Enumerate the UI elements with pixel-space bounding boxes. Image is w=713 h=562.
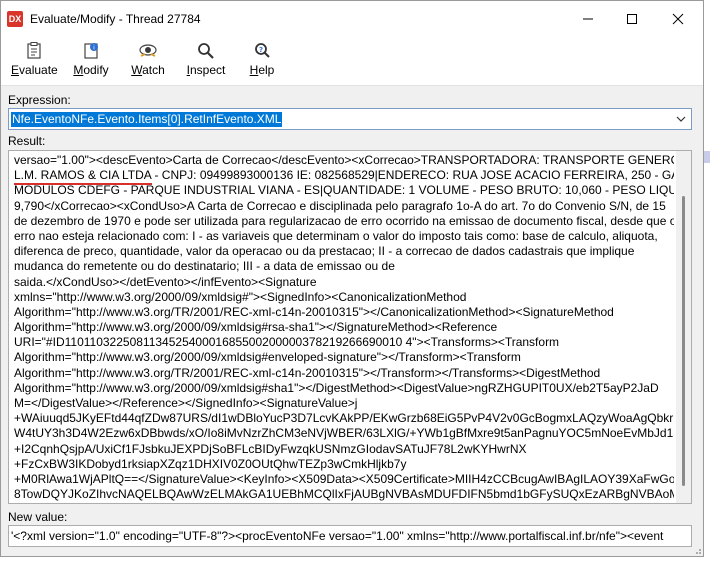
result-line: URI="#ID11011032250811345254000168550020… (14, 335, 560, 350)
watch-label: atch (142, 63, 165, 77)
result-content[interactable]: versao="1.00"><descEvento>Carta de Corre… (14, 153, 674, 502)
scrollbar-thumb[interactable] (682, 196, 685, 486)
resize-grip-icon[interactable] (692, 545, 702, 555)
result-line: 9,790</xCorrecao><xCondUso>A Carta de Co… (14, 198, 666, 213)
result-line: M=</DigestValue></Reference></SignedInfo… (14, 396, 358, 410)
expression-input[interactable]: Nfe.EventoNFe.Evento.Items[0].RetInfEven… (8, 108, 692, 130)
evaluate-button[interactable]: Evaluate (11, 41, 58, 81)
watch-button[interactable]: Watch (129, 41, 167, 81)
new-value-input[interactable]: '<?xml version="1.0" encoding="UTF-8"?><… (8, 525, 692, 547)
result-line: xmlns="http://www.w3.org/2000/09/xmldsig… (14, 289, 467, 304)
result-label: Result: (8, 134, 46, 148)
watch-mnemonic: W (131, 63, 143, 77)
svg-text:?: ? (259, 46, 263, 54)
evaluate-icon (27, 42, 41, 59)
help-label: elp (258, 63, 275, 77)
watch-icon (139, 44, 157, 57)
red-underline-annotation (14, 183, 152, 185)
modify-icon: i (84, 43, 98, 59)
result-line: 8TowDQYJKoZIhvcNAQELBQAwWzELMAkGA1UEBhMC… (14, 487, 674, 502)
toolbar: Evaluate i Modify Watch Inspect ? Help (1, 37, 703, 86)
app-icon: DX (7, 11, 23, 27)
modify-label: odify (83, 63, 109, 77)
close-icon (672, 13, 684, 25)
expression-label: Expression: (8, 93, 71, 107)
result-line: +FzCxBW3IKDobyd1rksiapXZqz1DHXIV0Z0OUtQh… (14, 456, 407, 471)
result-line: Algorithm="http://www.w3.org/2000/09/xml… (14, 320, 498, 335)
evaluate-mnemonic: E (11, 63, 20, 77)
maximize-button[interactable] (609, 1, 655, 37)
magnifier-icon (198, 43, 214, 59)
new-value-label: New value: (8, 510, 68, 524)
modify-button[interactable]: i Modify (71, 41, 111, 81)
minimize-button[interactable] (565, 1, 611, 37)
result-line: versao="1.00"><descEvento>Carta de Corre… (14, 153, 674, 167)
expression-value[interactable]: Nfe.EventoNFe.Evento.Items[0].RetInfEven… (11, 112, 283, 127)
new-value-text[interactable]: '<?xml version="1.0" encoding="UTF-8"?><… (11, 529, 663, 543)
background-window-edge (704, 0, 713, 562)
close-button[interactable] (655, 1, 701, 37)
maximize-icon (627, 14, 637, 24)
background-marker (704, 151, 710, 163)
result-line: Algorithm="http://www.w3.org/2000/09/xml… (14, 380, 659, 395)
result-line: erro nao esteja relacionado com: I - as … (14, 228, 658, 243)
result-line: Algorithm="http://www.w3.org/2000/09/xml… (14, 350, 521, 365)
result-line: saida.</xCondUso></detEvento></infEvento… (14, 274, 317, 289)
title-bar[interactable]: DX Evaluate/Modify - Thread 27784 (1, 1, 703, 37)
result-line: Algorithm="http://www.w3.org/TR/2001/REC… (14, 304, 614, 319)
result-line: +WAiuuqd5JKyEFtd44qfZDw87URS/dI1wDBloYuc… (14, 411, 674, 426)
result-line: L.M. RAMOS & CIA LTDA - CNPJ: 0949989300… (14, 168, 674, 183)
chevron-down-icon[interactable] (675, 112, 687, 126)
modify-mnemonic: M (73, 63, 84, 77)
result-line: de dezembro de 1970 e pode ser utilizada… (14, 213, 674, 228)
inspect-button[interactable]: Inspect (185, 41, 227, 81)
result-line: W4tUY3h3D4W2Ezw6xDBbwds/xO/Io8iMvNzrZhCM… (14, 426, 674, 441)
evaluate-modify-window: DX Evaluate/Modify - Thread 27784 Evalua… (0, 0, 704, 557)
evaluate-label: valuate (19, 63, 58, 77)
inspect-label: nspect (189, 63, 226, 77)
result-line: +I2CqnhQsjpA/UxiCf1FJsbkuJEXPDjSoBFLcBID… (14, 441, 527, 456)
help-icon: ? (255, 43, 270, 58)
result-line: diferenca de preco, quantidade, valor da… (14, 244, 635, 259)
result-textarea[interactable]: versao="1.00"><descEvento>Carta de Corre… (8, 150, 692, 504)
result-line: MODULOS CDEFG - PARQUE INDUSTRIAL VIANA … (14, 183, 674, 198)
window-title: Evaluate/Modify - Thread 27784 (30, 12, 201, 26)
help-button[interactable]: ? Help (247, 41, 277, 81)
result-line: mudanca do remetente ou do destinatario;… (14, 259, 395, 274)
minimize-icon (583, 18, 593, 20)
result-line: +M0RlAwa1WjAPltQ==</SignatureValue><KeyI… (14, 471, 674, 486)
result-line: Algorithm="http://www.w3.org/TR/2001/REC… (14, 365, 601, 380)
result-scrollbar[interactable] (676, 151, 691, 503)
